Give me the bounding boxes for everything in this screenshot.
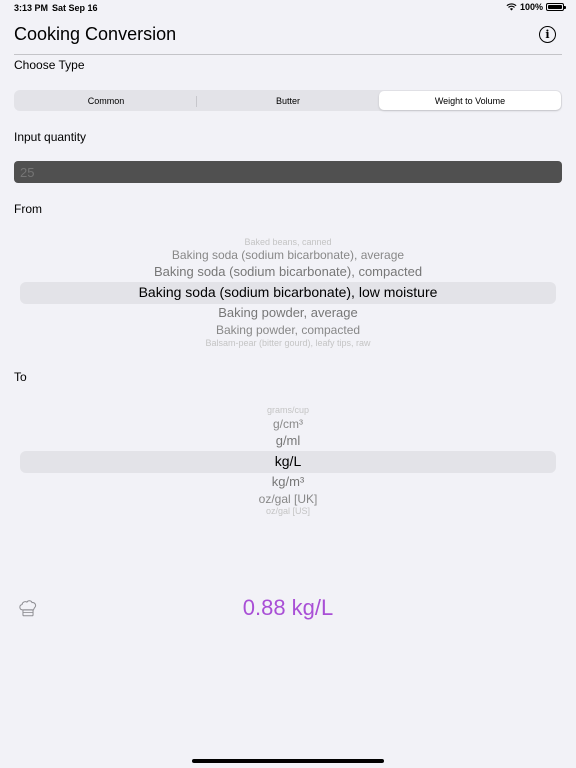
header-divider: [14, 54, 562, 55]
from-option[interactable]: Baking powder, compacted: [20, 324, 556, 336]
type-segmented-control[interactable]: Common Butter Weight to Volume: [14, 90, 562, 111]
battery-icon: [546, 3, 566, 11]
page-title: Cooking Conversion: [14, 24, 177, 44]
to-option[interactable]: oz/gal [US]: [20, 507, 556, 516]
input-quantity-label: Input quantity: [14, 130, 87, 144]
segment-butter[interactable]: Butter: [197, 91, 379, 110]
from-option-selected[interactable]: Baking soda (sodium bicarbonate), low mo…: [20, 285, 556, 299]
status-right: 100%: [506, 2, 566, 12]
from-option[interactable]: Baking soda (sodium bicarbonate), compac…: [20, 265, 556, 278]
to-option[interactable]: oz/gal [UK]: [20, 493, 556, 505]
to-option[interactable]: grams/cup: [20, 406, 556, 415]
status-bar: 3:13 PM Sat Sep 16 100%: [0, 0, 576, 16]
segment-weight-to-volume[interactable]: Weight to Volume: [379, 91, 561, 110]
choose-type-label: Choose Type: [14, 58, 85, 72]
status-date: Sat Sep 16: [52, 3, 98, 13]
to-picker[interactable]: grams/cup g/cm³ g/ml kg/L kg/m³ oz/gal […: [20, 400, 556, 520]
from-option[interactable]: Baking soda (sodium bicarbonate), averag…: [20, 249, 556, 261]
result-value: 0.88 kg/L: [242, 595, 334, 620]
battery-percent: 100%: [519, 2, 543, 12]
to-label: To: [14, 370, 27, 384]
to-option[interactable]: g/ml: [20, 434, 556, 447]
quantity-input[interactable]: [14, 161, 562, 183]
home-indicator[interactable]: [192, 759, 384, 763]
from-option[interactable]: Balsam-pear (bitter gourd), leafy tips, …: [20, 339, 556, 348]
status-time: 3:13 PM: [14, 3, 49, 13]
from-picker[interactable]: Baked beans, canned Baking soda (sodium …: [20, 232, 556, 350]
wifi-icon: [506, 3, 517, 11]
segment-common[interactable]: Common: [15, 91, 197, 110]
to-option[interactable]: g/cm³: [20, 418, 556, 430]
info-icon[interactable]: i: [539, 26, 556, 43]
from-option[interactable]: Baked beans, canned: [20, 238, 556, 247]
from-option[interactable]: Baking powder, average: [20, 306, 556, 319]
to-option[interactable]: kg/m³: [20, 475, 556, 488]
to-option-selected[interactable]: kg/L: [20, 454, 556, 468]
from-label: From: [14, 202, 42, 216]
